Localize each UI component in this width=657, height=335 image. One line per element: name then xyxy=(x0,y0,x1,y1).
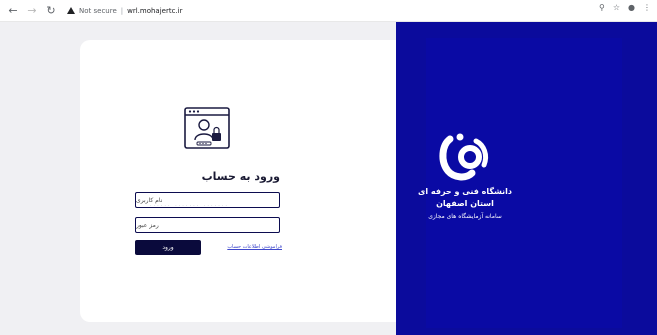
browser-toolbar: ← → ↻ Not secure | wrl.mohajertc.ir ⚲ ☆ … xyxy=(0,0,657,22)
university-name-line1: دانشگاه فنی و حرفه ای xyxy=(418,187,512,196)
system-subtitle: سامانه آزمایشگاه های مجازی xyxy=(428,213,502,220)
forgot-account-link[interactable]: فراموشی اطلاعات حساب xyxy=(227,244,282,250)
account-lock-icon xyxy=(184,107,230,149)
bookmark-star-icon[interactable]: ☆ xyxy=(613,3,620,12)
url-text: wrl.mohajertc.ir xyxy=(127,6,183,15)
back-arrow-icon[interactable]: ← xyxy=(5,3,21,19)
forward-arrow-icon[interactable]: → xyxy=(24,3,40,19)
menu-icon[interactable]: ⋮ xyxy=(643,3,651,12)
university-logo-icon xyxy=(439,133,489,181)
profile-icon[interactable]: ● xyxy=(628,3,635,12)
warning-icon xyxy=(67,7,75,14)
security-label: Not secure xyxy=(79,6,117,15)
address-bar[interactable]: Not secure | wrl.mohajertc.ir xyxy=(67,3,183,19)
zoom-icon[interactable]: ⚲ xyxy=(599,3,605,12)
university-name-line2: استان اصفهان xyxy=(436,199,494,208)
username-hint: ...... ....... ....... xyxy=(150,202,229,208)
password-placeholder: رمز عبور xyxy=(136,221,159,229)
login-title: ورود به حساب xyxy=(201,170,280,183)
address-separator: | xyxy=(120,6,124,15)
login-submit-button[interactable]: ورود xyxy=(135,240,201,255)
reload-icon[interactable]: ↻ xyxy=(43,3,59,19)
browser-actions: ⚲ ☆ ● ⋮ xyxy=(599,3,651,12)
university-name: دانشگاه فنی و حرفه ای استان اصفهان xyxy=(410,186,520,210)
password-field[interactable]: رمز عبور xyxy=(135,217,280,233)
